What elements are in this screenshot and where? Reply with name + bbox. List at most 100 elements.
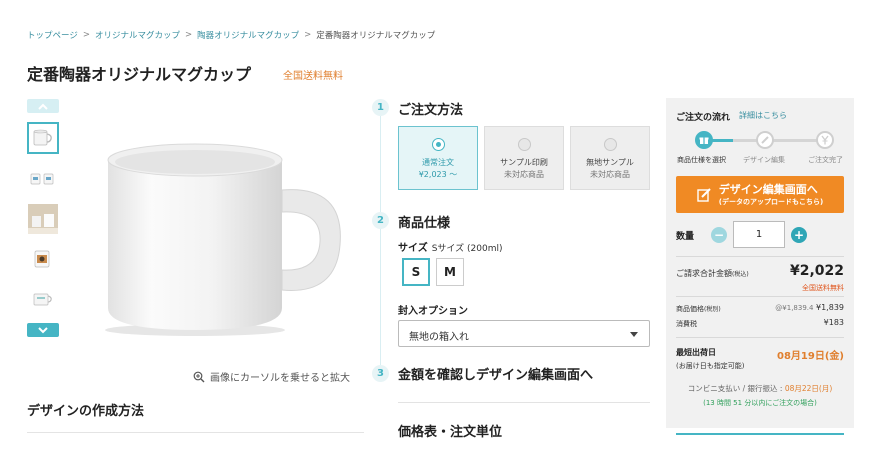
page-title: 定番陶器オリジナルマグカップ bbox=[27, 65, 252, 84]
order-method-card-sample-print[interactable]: サンプル印刷 未対応商品 bbox=[484, 126, 564, 190]
total-label-text: ご請求合計金額 bbox=[676, 269, 732, 278]
quantity-input[interactable]: 1 bbox=[733, 221, 785, 248]
zoom-hint: 画像にカーソルを乗せると拡大 bbox=[193, 369, 350, 384]
convenience-payment-text: コンビニ支払い / 銀行振込 : bbox=[687, 384, 785, 393]
radio-selected-icon bbox=[431, 138, 445, 151]
thumbnail-scroll-down-button[interactable] bbox=[27, 323, 59, 337]
breadcrumb-separator: > bbox=[304, 30, 312, 40]
mug-scene-thumbnail-image bbox=[28, 204, 58, 234]
convenience-payment-info: コンビニ支払い / 銀行振込 : 08月22日(月) bbox=[676, 383, 844, 394]
thumbnail-scroll-up-button[interactable] bbox=[27, 99, 59, 113]
thumbnail-3[interactable] bbox=[27, 203, 59, 235]
order-method-name: 無地サンプル bbox=[586, 158, 634, 167]
item-price-tax-note: (税別) bbox=[704, 306, 721, 313]
tax-label: 消費税 bbox=[676, 320, 697, 328]
step-number-3: 3 bbox=[372, 365, 389, 382]
size-value: Sサイズ (200ml) bbox=[431, 244, 503, 254]
thumbnail-2[interactable] bbox=[27, 163, 59, 195]
breadcrumb: トップページ > オリジナルマグカップ > 陶器オリジナルマグカップ > 定番陶… bbox=[27, 29, 435, 41]
step-number-1: 1 bbox=[372, 99, 389, 116]
quantity-label: 数量 bbox=[676, 232, 695, 242]
zoom-hint-text: 画像にカーソルを乗せると拡大 bbox=[210, 373, 350, 384]
divider bbox=[676, 433, 844, 435]
mug-side-thumbnail-image bbox=[33, 293, 52, 306]
quantity-increase-button[interactable]: + bbox=[791, 227, 807, 243]
chevron-down-icon bbox=[38, 326, 48, 333]
flow-step-2-label: デザイン編集 bbox=[743, 156, 785, 164]
design-howto-heading: デザインの作成方法 bbox=[27, 404, 145, 419]
step-title-order-method: ご注文方法 bbox=[398, 103, 464, 118]
breadcrumb-link-mugs[interactable]: オリジナルマグカップ bbox=[95, 29, 180, 41]
order-method-name: サンプル印刷 bbox=[500, 158, 548, 167]
shipping-date-value: 08月19日(金) bbox=[777, 351, 844, 362]
yen-icon bbox=[821, 135, 829, 145]
mug-pair-thumbnail-image bbox=[30, 173, 54, 185]
order-method-name: 通常注文 bbox=[422, 158, 454, 167]
step-connector-line bbox=[380, 110, 381, 380]
item-price-label-text: 商品価格 bbox=[676, 305, 704, 313]
size-option-m[interactable]: M bbox=[436, 258, 464, 286]
step-title-confirm: 金額を確認しデザイン編集画面へ bbox=[398, 368, 594, 383]
order-method-status: 未対応商品 bbox=[504, 170, 544, 179]
breadcrumb-separator: > bbox=[82, 30, 90, 40]
thumbnail-1[interactable] bbox=[27, 122, 59, 154]
breadcrumb-current: 定番陶器オリジナルマグカップ bbox=[316, 31, 436, 41]
order-method-status: 未対応商品 bbox=[590, 170, 630, 179]
order-flow-title: ご注文の流れ bbox=[676, 113, 731, 123]
breadcrumb-link-top[interactable]: トップページ bbox=[27, 29, 78, 41]
total-free-shipping: 全国送料無料 bbox=[802, 284, 844, 292]
thumbnail-5[interactable] bbox=[27, 283, 59, 315]
order-flow-details-link[interactable]: 詳細はこちら bbox=[739, 110, 787, 121]
free-shipping-badge: 全国送料無料 bbox=[283, 71, 343, 82]
item-price-amount: ¥1,839 bbox=[816, 303, 844, 312]
shipping-date-label: 最短出荷日 bbox=[676, 348, 716, 357]
design-editor-button[interactable]: デザイン編集画面へ (データのアップロードもこちら) bbox=[676, 176, 844, 213]
radio-disabled-icon bbox=[603, 138, 617, 151]
order-deadline-note: (13 時間 51 分以内にご注文の場合) bbox=[703, 399, 817, 407]
mug-thumbnail-image bbox=[33, 129, 52, 146]
flow-step-3-label: ご注文完了 bbox=[808, 156, 843, 164]
flow-step-3-dot bbox=[816, 131, 834, 149]
step-number-2: 2 bbox=[372, 212, 389, 229]
divider bbox=[676, 296, 844, 297]
design-button-label: デザイン編集画面へ bbox=[718, 182, 818, 196]
total-amount: ¥2,022 bbox=[789, 263, 844, 279]
breadcrumb-link-ceramic-mugs[interactable]: 陶器オリジナルマグカップ bbox=[197, 29, 299, 41]
item-price-label: 商品価格(税別) bbox=[676, 304, 721, 314]
wrap-option-select[interactable]: 無地の箱入れ bbox=[398, 320, 650, 347]
convenience-payment-date: 08月22日(月) bbox=[784, 384, 833, 393]
flow-step-1-label: 商品仕様を選択 bbox=[677, 156, 726, 164]
size-label: サイズ Sサイズ (200ml) bbox=[398, 239, 502, 254]
size-label-text: サイズ bbox=[398, 243, 428, 254]
design-button-sublabel: (データのアップロードもこちら) bbox=[718, 197, 824, 206]
thumbnail-4[interactable] bbox=[27, 243, 59, 275]
order-method-price: ¥2,023 〜 bbox=[418, 170, 458, 179]
quantity-decrease-button[interactable]: − bbox=[711, 227, 727, 243]
divider bbox=[27, 432, 364, 433]
chevron-up-icon bbox=[38, 103, 48, 110]
divider bbox=[676, 337, 844, 338]
order-method-card-plain-sample[interactable]: 無地サンプル 未対応商品 bbox=[570, 126, 650, 190]
shipping-date-note: (お届け日も指定可能) bbox=[676, 362, 745, 370]
pencil-icon bbox=[761, 136, 769, 144]
flow-step-1-dot bbox=[695, 131, 713, 149]
flow-step-2-dot bbox=[756, 131, 774, 149]
wrap-option-value: 無地の箱入れ bbox=[409, 332, 469, 343]
divider bbox=[398, 402, 650, 403]
total-label-tax-note: (税込) bbox=[732, 271, 749, 278]
divider bbox=[676, 256, 844, 257]
wrap-option-label: 封入オプション bbox=[398, 306, 468, 317]
order-method-card-normal[interactable]: 通常注文 ¥2,023 〜 bbox=[398, 126, 478, 190]
zoom-in-icon bbox=[193, 371, 205, 382]
product-main-image bbox=[105, 143, 341, 336]
step-title-spec: 商品仕様 bbox=[398, 216, 451, 231]
breadcrumb-separator: > bbox=[184, 30, 193, 40]
radio-disabled-icon bbox=[517, 138, 531, 151]
gift-icon bbox=[699, 137, 709, 144]
tax-value: ¥183 bbox=[823, 318, 844, 327]
size-option-s[interactable]: S bbox=[402, 258, 430, 286]
total-label: ご請求合計金額(税込) bbox=[676, 268, 749, 279]
dropdown-caret-icon bbox=[630, 332, 638, 337]
edit-icon bbox=[697, 187, 711, 202]
mug-print-thumbnail-image bbox=[34, 250, 50, 268]
